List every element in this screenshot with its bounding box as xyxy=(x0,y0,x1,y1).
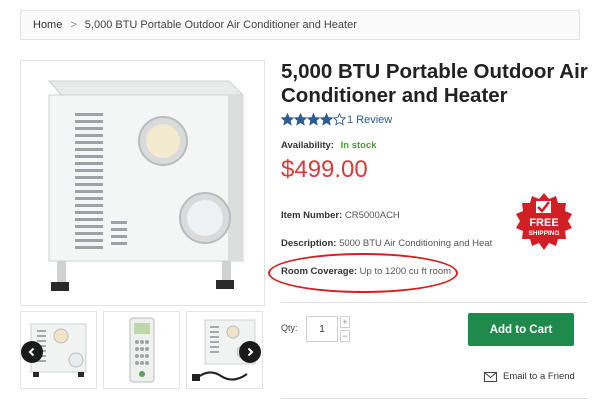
divider xyxy=(281,398,588,399)
breadcrumb: Home > 5,000 BTU Portable Outdoor Air Co… xyxy=(20,10,580,40)
main-product-image[interactable] xyxy=(20,60,265,306)
badge-line2: SHIPPING xyxy=(528,230,559,237)
divider xyxy=(281,302,588,303)
qty-label: Qty: xyxy=(281,323,298,333)
item-number-value: CR5000ACH xyxy=(344,210,400,221)
description-value: 5000 BTU Air Conditioning and Heat xyxy=(339,238,493,249)
star-filled-icon xyxy=(281,113,294,126)
highlight-ellipse xyxy=(268,253,458,293)
star-rating xyxy=(281,113,346,126)
item-number: Item Number: CR5000ACH xyxy=(281,210,400,221)
chevron-left-icon xyxy=(28,347,35,357)
chevron-right-icon xyxy=(247,347,254,357)
availability: Availability: In stock xyxy=(281,140,377,151)
add-to-cart-button[interactable]: Add to Cart xyxy=(468,313,574,346)
description-label: Description: xyxy=(281,238,337,249)
envelope-icon xyxy=(484,371,497,382)
product-price: $499.00 xyxy=(281,156,368,183)
qty-increase-button[interactable]: + xyxy=(340,316,350,328)
product-title: 5,000 BTU Portable Outdoor Air Condition… xyxy=(281,60,588,107)
star-filled-icon xyxy=(307,113,320,126)
availability-label: Availability: xyxy=(281,140,334,151)
product-rating: 1 Review xyxy=(281,113,392,126)
breadcrumb-home-link[interactable]: Home xyxy=(33,19,62,31)
carousel-prev-arrow[interactable] xyxy=(21,341,43,363)
star-filled-icon xyxy=(320,113,333,126)
item-number-label: Item Number: xyxy=(281,210,343,221)
breadcrumb-current: 5,000 BTU Portable Outdoor Air Condition… xyxy=(84,19,357,31)
carousel-next-arrow[interactable] xyxy=(239,341,261,363)
star-empty-icon xyxy=(333,113,346,126)
thumbnail-remote[interactable] xyxy=(103,311,180,389)
star-filled-icon xyxy=(294,113,307,126)
breadcrumb-separator: > xyxy=(70,19,77,31)
description: Description: 5000 BTU Air Conditioning a… xyxy=(281,238,492,249)
reviews-link[interactable]: 1 Review xyxy=(347,114,392,126)
availability-status: In stock xyxy=(340,140,377,151)
badge-line1: FREE xyxy=(529,217,558,229)
qty-decrease-button[interactable]: − xyxy=(340,330,350,342)
email-to-friend-link[interactable]: Email to a Friend xyxy=(484,371,575,382)
email-to-friend-label: Email to a Friend xyxy=(503,371,575,382)
free-shipping-badge: FREE SHIPPING xyxy=(516,193,572,250)
quantity-input[interactable] xyxy=(306,316,338,342)
